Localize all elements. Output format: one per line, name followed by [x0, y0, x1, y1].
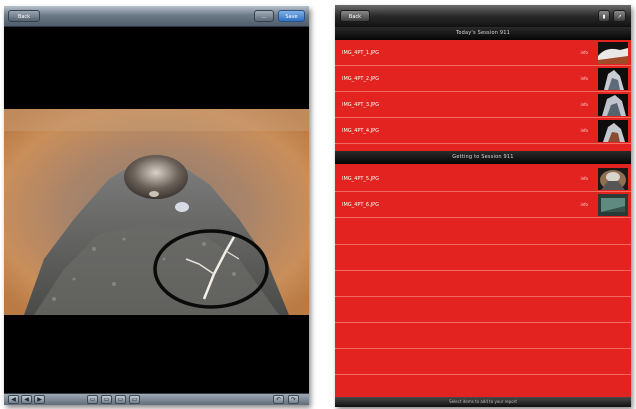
empty-row-divider [335, 244, 631, 245]
list-item[interactable]: IMG_4PT_2.JPG info [335, 66, 631, 92]
pause-button[interactable]: ▮ [598, 10, 610, 22]
list-item[interactable]: IMG_4PT_6.JPG info [335, 192, 631, 218]
list-navigation-bar: Back ▮ ↗ [335, 5, 631, 28]
viewer-navigation-bar: Back ... Save [4, 6, 309, 27]
list-bottom-toolbar: Select items to add to your report [335, 397, 631, 407]
options-button[interactable]: ... [254, 10, 274, 22]
list-item-meta: info [580, 50, 588, 55]
list-item[interactable]: IMG_4PT_1.JPG info [335, 40, 631, 66]
empty-row-divider [335, 322, 631, 323]
image-list-device: Back ▮ ↗ Today's Session 911 IMG_4PT_1.J… [335, 5, 631, 407]
list-item-meta: info [580, 128, 588, 133]
rewind-button[interactable]: ◀ [8, 395, 19, 404]
image-thumbnail [598, 194, 628, 216]
undo-button[interactable]: ↶ [273, 395, 284, 404]
image-thumbnail [598, 68, 628, 90]
empty-row-divider [335, 270, 631, 271]
share-button[interactable]: ↗ [613, 10, 626, 22]
redo-button[interactable]: ↷ [288, 395, 299, 404]
photo-viewer-device: Back ... Save ◀ ◀ ▶ ▭ ▭ ▭ ▭ ↶ ↷ [4, 6, 309, 405]
tool-button-3[interactable]: ▭ [115, 395, 126, 404]
viewer-toolbar: ◀ ◀ ▶ ▭ ▭ ▭ ▭ ↶ ↷ [4, 393, 309, 405]
list-item-meta: info [580, 76, 588, 81]
list-item-name: IMG_4PT_3.JPG [342, 102, 380, 108]
empty-row-divider [335, 296, 631, 297]
pipe-inspection-photo[interactable] [4, 109, 309, 315]
next-button[interactable]: ▶ [34, 395, 45, 404]
list-item-name: IMG_4PT_6.JPG [342, 202, 380, 208]
save-button[interactable]: Save [278, 10, 305, 22]
list-item[interactable]: IMG_4PT_5.JPG info [335, 166, 631, 192]
list-item-meta: info [580, 202, 588, 207]
section-header-getting: Getting to Session 911 [335, 151, 631, 164]
list-item-name: IMG_4PT_4.JPG [342, 128, 380, 134]
back-button-right[interactable]: Back [340, 10, 370, 22]
list-item-name: IMG_4PT_2.JPG [342, 76, 380, 82]
list-item-name: IMG_4PT_5.JPG [342, 176, 380, 182]
image-thumbnail [598, 94, 628, 116]
previous-button[interactable]: ◀ [21, 395, 32, 404]
empty-row-divider [335, 348, 631, 349]
image-thumbnail [598, 42, 628, 64]
image-thumbnail [598, 168, 628, 190]
list-item[interactable]: IMG_4PT_3.JPG info [335, 92, 631, 118]
tool-button-1[interactable]: ▭ [87, 395, 98, 404]
list-item-name: IMG_4PT_1.JPG [342, 50, 380, 56]
report-hint-label[interactable]: Select items to add to your report [335, 397, 631, 407]
image-thumbnail [598, 120, 628, 142]
list-item[interactable]: IMG_4PT_4.JPG info [335, 118, 631, 144]
empty-row-divider [335, 374, 631, 375]
tool-button-4[interactable]: ▭ [129, 395, 140, 404]
list-item-meta: info [580, 102, 588, 107]
tool-button-2[interactable]: ▭ [101, 395, 112, 404]
back-button[interactable]: Back [8, 10, 40, 22]
list-item-meta: info [580, 176, 588, 181]
section-header-today: Today's Session 911 [335, 27, 631, 40]
